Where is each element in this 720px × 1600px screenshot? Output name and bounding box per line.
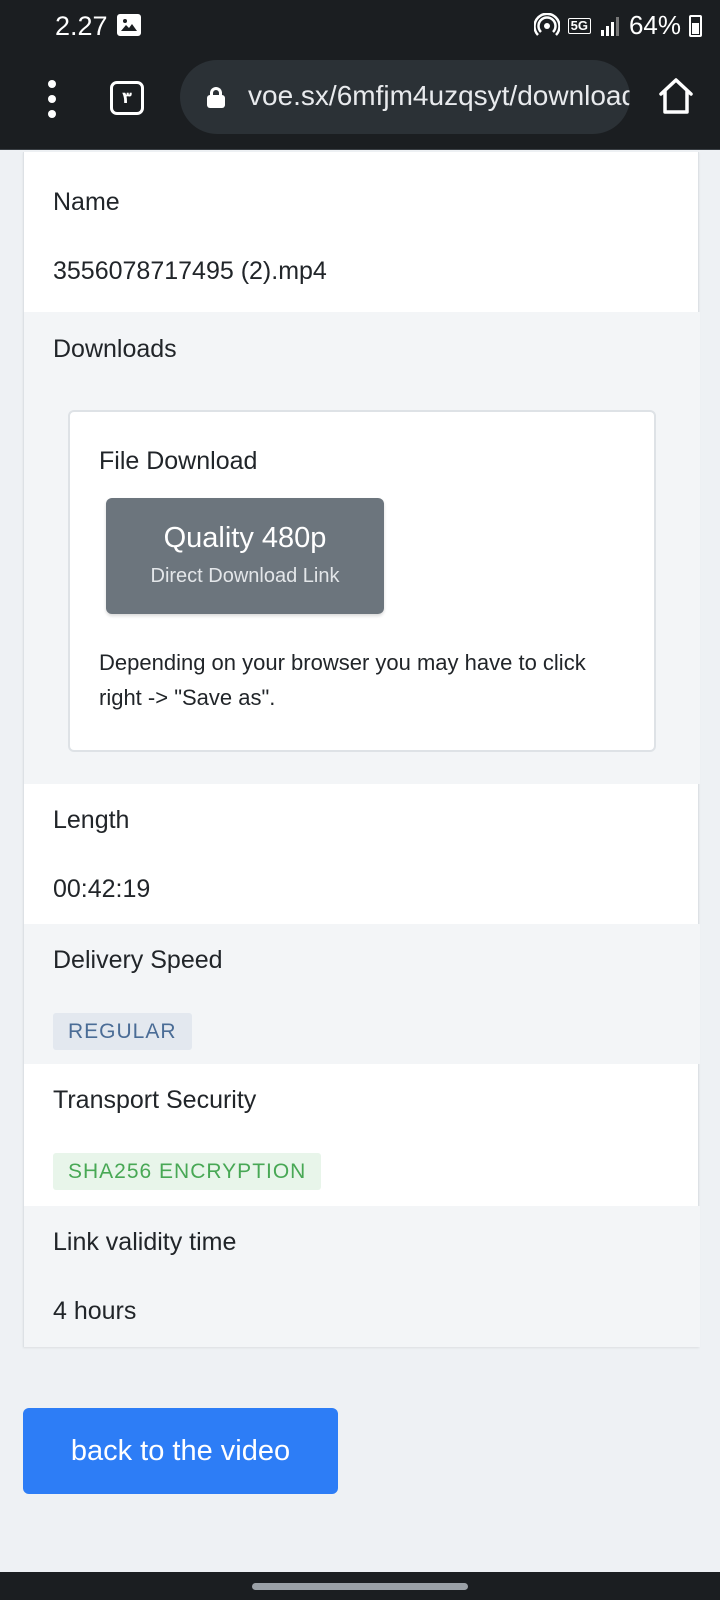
back-to-video-button[interactable]: back to the video (23, 1408, 338, 1494)
link-validity-label: Link validity time (53, 1228, 237, 1256)
length-row: Length 00:42:19 (24, 784, 700, 924)
home-gesture-handle[interactable] (252, 1583, 468, 1590)
status-bar: 2.27 5G 64% (0, 0, 720, 52)
signal-icon (600, 16, 619, 36)
file-download-box: File Download Quality 480p Direct Downlo… (68, 410, 656, 752)
home-icon[interactable] (658, 76, 694, 116)
transport-security-row: Transport Security SHA256 ENCRYPTION (24, 1064, 700, 1206)
gesture-nav-bar (0, 1572, 720, 1600)
file-name: 3556078717495 (2).mp4 (53, 257, 327, 285)
status-time: 2.27 (55, 11, 108, 41)
download-note: Depending on your browser you may have t… (99, 650, 586, 710)
link-validity-value: 4 hours (53, 1297, 137, 1325)
status-badge-sha256: SHA256 ENCRYPTION (53, 1153, 322, 1190)
status-badge-regular: REGULAR (53, 1013, 192, 1050)
downloads-row: Downloads File Download Quality 480p Dir… (24, 312, 700, 784)
direct-download-button[interactable]: Quality 480p Direct Download Link (106, 498, 384, 614)
downloads-label: Downloads (53, 335, 177, 363)
tab-switcher-icon[interactable]: ٣ (110, 81, 144, 115)
link-validity-row: Link validity time 4 hours (24, 1206, 700, 1347)
battery-percent: 64% (628, 10, 681, 40)
menu-dots-icon[interactable] (46, 80, 58, 118)
browser-toolbar: ٣ voe.sx/6mfjm4uzqsyt/download (0, 52, 720, 150)
transport-security-label: Transport Security (53, 1086, 257, 1114)
delivery-speed-row: Delivery Speed REGULAR (24, 924, 700, 1064)
hotspot-icon (533, 12, 560, 36)
gallery-icon (117, 14, 141, 36)
delivery-speed-label: Delivery Speed (53, 946, 223, 974)
name-label: Name (53, 188, 120, 216)
name-row: Name 3556078717495 (2).mp4 (24, 152, 700, 312)
lock-icon[interactable] (207, 87, 225, 108)
url-text[interactable]: voe.sx/6mfjm4uzqsyt/download (248, 80, 630, 112)
file-download-title: File Download (99, 447, 258, 475)
5g-icon: 5G (567, 17, 591, 34)
length-value: 00:42:19 (53, 875, 151, 903)
battery-icon (689, 14, 702, 37)
download-quality-label[interactable]: Quality 480p (106, 522, 384, 555)
file-info-card: Name 3556078717495 (2).mp4 Downloads Fil… (23, 152, 700, 1347)
download-link-sublabel[interactable]: Direct Download Link (106, 565, 384, 588)
address-bar[interactable]: voe.sx/6mfjm4uzqsyt/download (180, 60, 630, 134)
length-label: Length (53, 806, 130, 834)
